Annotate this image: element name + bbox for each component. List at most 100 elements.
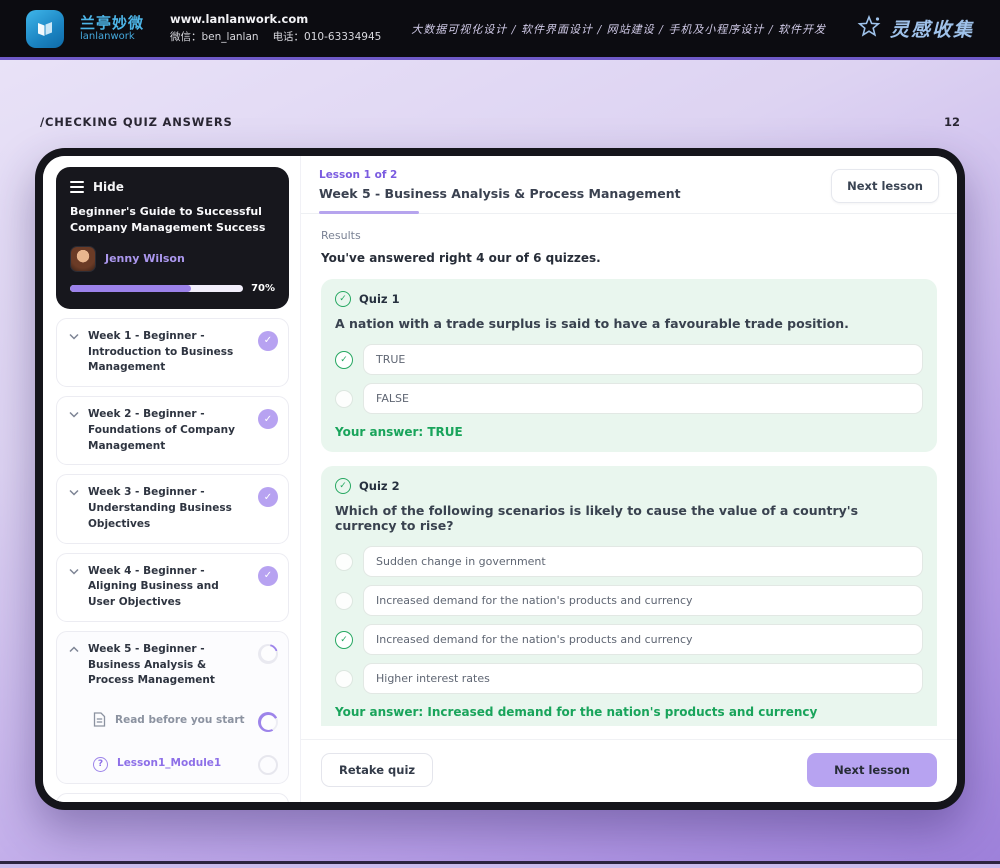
user-name: Jenny Wilson [105,252,185,266]
next-lesson-button-bottom[interactable]: Next lesson [807,753,937,787]
quiz-option[interactable]: Sudden change in government [335,546,923,577]
quiz-option[interactable]: Higher interest rates [335,663,923,694]
app-window: Hide Beginner's Guide to Successful Comp… [43,156,957,802]
brand-right-text: 灵感收集 [889,19,974,41]
page-caption: /CHECKING QUIZ ANSWERS [40,115,233,129]
hide-sidebar-button[interactable]: Hide [70,180,275,194]
lesson-tab-header: Lesson 1 of 2 Week 5 - Business Analysis… [301,156,957,214]
logo-cn: 兰亭妙微 [80,13,145,32]
company-logo-icon [26,9,64,48]
in-progress-ring-icon [258,643,278,664]
item-label: Week 2 - Beginner - Foundations of Compa… [88,408,235,452]
sidebar-item-week-6[interactable]: Week 6 - Beginner - Strategies for Succe… [56,793,289,802]
completed-check-icon: ✓ [258,330,278,351]
course-sidebar: Hide Beginner's Guide to Successful Comp… [43,156,301,802]
avatar [70,245,96,272]
quiz-option[interactable]: FALSE [335,383,923,414]
subitem-label: Lesson1_Module1 [117,757,222,770]
site-header: 兰亭妙微 lanlanwork www.lanlanwork.com 微信：be… [0,0,1000,57]
chevron-up-icon [69,646,79,653]
hamburger-icon [70,181,84,193]
option-radio-icon [335,669,353,688]
next-lesson-button-top[interactable]: Next lesson [831,169,939,203]
your-answer-text: Your answer: TRUE [335,425,463,439]
quiz-correct-icon: ✓ [335,478,351,494]
star-icon [856,14,882,44]
contact-block: www.lanlanwork.com 微信：ben_lanlan 电话：010-… [170,11,381,45]
results-summary: You've answered right 4 our of 6 quizzes… [321,251,601,265]
quiz-question: A nation with a trade surplus is said to… [335,316,849,331]
option-box[interactable]: Increased demand for the nation's produc… [363,585,923,616]
option-correct-icon: ✓ [335,350,353,369]
page-number: 12 [943,115,960,129]
your-answer-text: Your answer: Increased demand for the na… [335,705,818,719]
wechat-id: 微信：ben_lanlan [170,31,259,44]
quiz-option[interactable]: Increased demand for the nation's produc… [335,585,923,616]
option-box[interactable]: TRUE [363,344,923,375]
sidebar-item-week-1[interactable]: Week 1 - Beginner - Introduction to Busi… [56,317,289,388]
item-label: Week 4 - Beginner - Aligning Business an… [88,564,219,609]
quiz-option[interactable]: ✓ TRUE [335,344,923,375]
chevron-down-icon [69,489,79,496]
results-label: Results [321,229,361,242]
page: { "page": { "caption": "/CHECKING QUIZ A… [0,0,1000,868]
quiz-results-content: Results You've answered right 4 our of 6… [301,214,957,726]
option-box[interactable]: Higher interest rates [363,663,923,694]
bottom-strip [0,864,1000,868]
sidebar-item-week-5[interactable]: Week 5 - Beginner - Business Analysis & … [56,630,289,785]
progress-fill [70,284,192,292]
progress-track [70,284,244,292]
course-progress: 70% [70,283,275,294]
user-row[interactable]: Jenny Wilson [70,245,275,272]
option-correct-icon: ✓ [335,630,353,649]
item-label: Week 5 - Beginner - Business Analysis & … [88,642,215,687]
active-tab-indicator [319,211,419,214]
services-tagline: 大数据可视化设计 / 软件界面设计 / 网站建设 / 手机及小程序设计 / 软件… [411,22,827,36]
option-radio-icon [335,552,353,571]
header-accent-line [0,57,1000,60]
sidebar-item-week-3[interactable]: Week 3 - Beginner - Understanding Busine… [56,474,289,544]
completed-check-icon: ✓ [258,565,278,586]
document-icon [93,711,106,731]
in-progress-ring-icon [258,712,278,733]
progress-percent: 70% [251,282,275,294]
logo-en: lanlanwork [80,31,135,43]
option-box[interactable]: Sudden change in government [363,546,923,577]
subitem-label: Read before you start [115,714,245,727]
quiz-1-card: ✓ Quiz 1 A nation with a trade surplus i… [321,279,937,452]
option-box[interactable]: FALSE [363,383,923,414]
sidebar-item-week-2[interactable]: Week 2 - Beginner - Foundations of Compa… [56,396,289,466]
website-url: www.lanlanwork.com [170,12,309,27]
quiz-title: Quiz 1 [359,292,400,306]
sidebar-subitem-lesson1-module1[interactable]: ? Lesson1_Module1 [69,753,278,776]
company-logo-text: 兰亭妙微 lanlanwork [80,15,144,43]
question-icon: ? [93,756,108,772]
option-radio-icon [335,591,353,610]
hide-label: Hide [93,180,124,194]
quiz-title: Quiz 2 [359,479,400,493]
todo-circle-icon [258,755,278,776]
device-frame: Hide Beginner's Guide to Successful Comp… [35,148,965,810]
quiz-question: Which of the following scenarios is like… [335,503,859,533]
completed-check-icon: ✓ [258,487,278,508]
lesson-main-pane: Lesson 1 of 2 Week 5 - Business Analysis… [301,156,957,802]
sidebar-item-week-4[interactable]: Week 4 - Beginner - Aligning Business an… [56,552,289,622]
retake-quiz-button[interactable]: Retake quiz [321,753,434,787]
option-radio-icon [335,389,353,408]
item-label: Week 3 - Beginner - Understanding Busine… [88,486,232,530]
chevron-down-icon [69,568,79,575]
course-header-card: Hide Beginner's Guide to Successful Comp… [56,167,289,309]
completed-check-icon: ✓ [258,409,278,430]
lesson-footer: Retake quiz Next lesson [301,739,957,802]
phone-number: 电话：010-63334945 [272,31,382,44]
quiz-option[interactable]: ✓ Increased demand for the nation's prod… [335,624,923,655]
brand-right: 灵感收集 [856,14,974,44]
quiz-2-card: ✓ Quiz 2 Which of the following scenario… [321,466,937,726]
quiz-correct-icon: ✓ [335,291,351,307]
chevron-down-icon [69,333,79,340]
chevron-down-icon [69,411,79,418]
option-box[interactable]: Increased demand for the nation's produc… [363,624,923,655]
course-title: Beginner's Guide to Successful Company M… [70,205,266,234]
item-label: Week 1 - Beginner - Introduction to Busi… [88,329,234,374]
sidebar-subitem-read-before[interactable]: Read before you start [69,710,278,733]
